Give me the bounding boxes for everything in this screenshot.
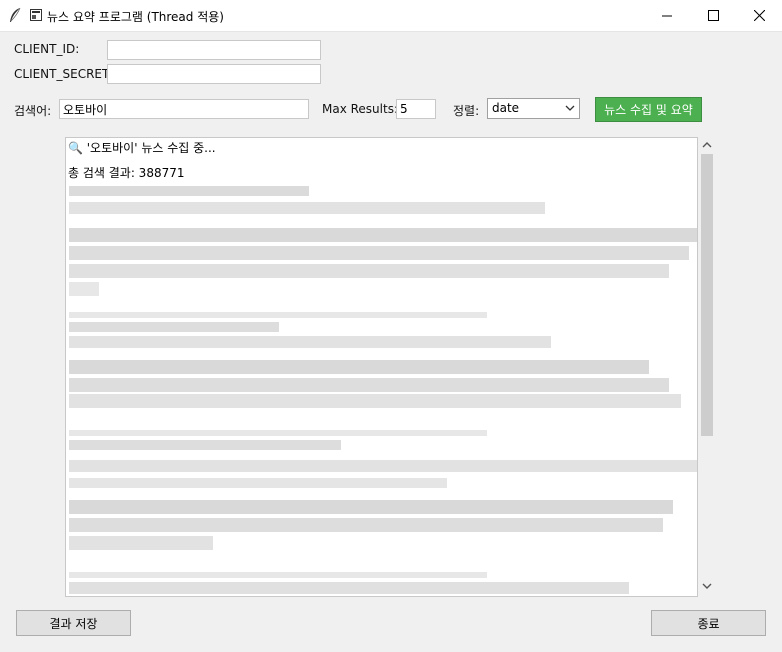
blurred-text bbox=[69, 360, 649, 374]
blurred-text bbox=[69, 312, 487, 318]
client-id-input[interactable] bbox=[107, 40, 321, 60]
blurred-text bbox=[69, 228, 697, 242]
feather-icon bbox=[10, 7, 21, 22]
minimize-button[interactable] bbox=[644, 0, 690, 31]
blurred-text bbox=[69, 394, 681, 408]
exit-button[interactable]: 종료 bbox=[651, 610, 766, 636]
chevron-down-icon bbox=[565, 105, 575, 111]
client-secret-input[interactable] bbox=[107, 64, 321, 84]
blurred-text bbox=[69, 246, 689, 260]
maximize-icon bbox=[707, 10, 719, 21]
app-icon bbox=[30, 9, 42, 21]
search-input[interactable] bbox=[59, 99, 309, 119]
blurred-text bbox=[69, 186, 309, 196]
status-line: 🔍 '오토바이' 뉴스 수집 중... bbox=[68, 141, 216, 155]
title-bar: 뉴스 요약 프로그램 (Thread 적용) bbox=[0, 0, 782, 32]
blurred-text bbox=[69, 264, 669, 278]
blurred-text bbox=[69, 500, 673, 514]
blurred-text bbox=[69, 460, 697, 472]
blurred-text bbox=[69, 378, 669, 392]
minimize-icon bbox=[662, 15, 672, 16]
collect-summarize-button[interactable]: 뉴스 수집 및 요약 bbox=[595, 97, 702, 122]
sort-select[interactable]: date bbox=[487, 98, 580, 119]
scrollbar-thumb[interactable] bbox=[701, 154, 713, 436]
save-results-button[interactable]: 결과 저장 bbox=[16, 610, 131, 636]
scroll-up-icon[interactable] bbox=[701, 140, 713, 150]
close-button[interactable] bbox=[736, 0, 782, 31]
blurred-text bbox=[69, 518, 663, 532]
max-results-input[interactable] bbox=[396, 99, 436, 119]
client-id-label: CLIENT_ID: bbox=[14, 42, 80, 56]
search-label: 검색어: bbox=[14, 104, 52, 118]
blurred-text bbox=[69, 478, 447, 488]
sort-label: 정렬: bbox=[453, 104, 480, 118]
scroll-down-icon[interactable] bbox=[701, 581, 713, 591]
output-scrollbar[interactable] bbox=[698, 137, 716, 597]
sort-selected-value: date bbox=[492, 101, 520, 115]
output-textarea[interactable]: 🔍 '오토바이' 뉴스 수집 중... 총 검색 결과: 388771 bbox=[65, 137, 698, 597]
close-icon bbox=[753, 10, 765, 21]
blurred-text bbox=[69, 336, 551, 348]
maximize-button[interactable] bbox=[690, 0, 736, 31]
client-secret-label: CLIENT_SECRET: bbox=[14, 67, 113, 81]
blurred-text bbox=[69, 536, 213, 550]
blurred-text bbox=[69, 430, 487, 436]
blurred-text bbox=[69, 582, 629, 594]
window-title: 뉴스 요약 프로그램 (Thread 적용) bbox=[47, 10, 224, 24]
blurred-text bbox=[69, 440, 341, 450]
blurred-text bbox=[69, 572, 487, 578]
blurred-text bbox=[69, 282, 99, 296]
blurred-text bbox=[69, 322, 279, 332]
total-results-line: 총 검색 결과: 388771 bbox=[68, 166, 185, 180]
max-results-label: Max Results: bbox=[322, 102, 398, 116]
blurred-text bbox=[69, 202, 545, 214]
